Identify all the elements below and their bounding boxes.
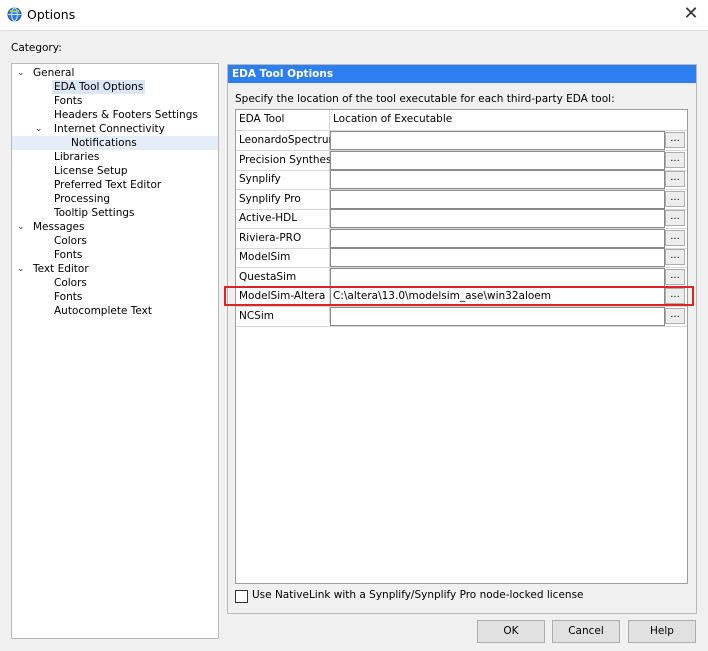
browse-button[interactable]: ... — [665, 210, 685, 226]
tool-name: LeonardoSpectrum — [239, 134, 339, 146]
tree-item[interactable]: ⌄ Internet Connectivity — [12, 122, 218, 136]
tree-item-label: Colors — [54, 277, 87, 289]
tree-item-label: Text Editor — [33, 263, 89, 275]
executable-path-input[interactable] — [330, 150, 665, 170]
eda-tool-options-panel: EDA Tool Options Specify the location of… — [227, 64, 697, 614]
tree-item-label: Fonts — [54, 95, 83, 107]
tree-item-label: Processing — [54, 193, 111, 205]
tree-item[interactable]: EDA Tool Options — [12, 80, 218, 94]
title-bar: Options ✕ — [0, 0, 708, 31]
chevron-down-icon[interactable]: ⌄ — [17, 262, 25, 276]
tree-item[interactable]: Libraries — [12, 150, 218, 164]
table-row: QuestaSim... — [236, 267, 687, 288]
executable-path-input[interactable] — [330, 228, 665, 248]
table-row: NCSim... — [236, 306, 687, 327]
browse-button[interactable]: ... — [665, 171, 685, 187]
executable-path-input[interactable] — [330, 209, 665, 228]
tree-item-label: EDA Tool Options — [52, 80, 146, 94]
browse-button[interactable]: ... — [665, 151, 685, 168]
table-row: ModelSim... — [236, 248, 687, 268]
tree-item[interactable]: Preferred Text Editor — [12, 178, 218, 192]
browse-button[interactable]: ... — [665, 249, 685, 265]
tree-item-label: Colors — [54, 235, 87, 247]
table-row: LeonardoSpectrum... — [236, 131, 687, 151]
executable-path-input[interactable] — [330, 267, 665, 287]
tool-name: Riviera-PRO — [239, 231, 302, 244]
close-button[interactable]: ✕ — [674, 0, 708, 30]
executable-path-input[interactable]: C:\altera\13.0\modelsim_ase\win32aloem — [330, 287, 665, 306]
cancel-button[interactable]: Cancel — [552, 620, 620, 643]
tree-item[interactable]: Colors — [12, 276, 218, 290]
tool-name: Synplify — [239, 173, 281, 185]
tree-item[interactable]: Processing — [12, 192, 218, 206]
tree-item[interactable]: Fonts — [12, 94, 218, 108]
tree-item-label: Headers & Footers Settings — [54, 109, 198, 121]
tree-item-label: Internet Connectivity — [54, 123, 165, 135]
executable-path-input[interactable] — [330, 248, 665, 267]
app-globe-icon — [7, 7, 22, 22]
tree-item[interactable]: License Setup — [12, 164, 218, 178]
close-icon: ✕ — [683, 3, 699, 24]
tree-item-label: Fonts — [54, 291, 83, 303]
table-row: Riviera-PRO... — [236, 228, 687, 249]
tree-item-label: Tooltip Settings — [54, 207, 135, 219]
panel-header: EDA Tool Options — [228, 65, 696, 83]
tree-item[interactable]: Fonts — [12, 290, 218, 304]
browse-button[interactable]: ... — [665, 190, 685, 207]
tree-item-label: License Setup — [54, 165, 128, 177]
tree-item[interactable]: Colors — [12, 234, 218, 248]
chevron-down-icon[interactable]: ⌄ — [17, 66, 25, 80]
executable-path-input[interactable] — [330, 170, 665, 189]
tree-item[interactable]: Tooltip Settings — [12, 206, 218, 220]
help-button[interactable]: Help — [628, 620, 696, 643]
tree-item[interactable]: Notifications — [12, 136, 218, 150]
tree-item[interactable]: ⌄ General — [12, 66, 218, 80]
chevron-down-icon[interactable]: ⌄ — [17, 220, 25, 234]
tool-name: Synplify Pro — [239, 192, 301, 205]
tool-name: Active-HDL — [239, 212, 298, 224]
table-row: Synplify Pro... — [236, 189, 687, 210]
nativelink-checkbox[interactable] — [235, 590, 248, 603]
browse-button[interactable]: ... — [665, 132, 685, 148]
column-header-location: Location of Executable — [333, 113, 453, 125]
tree-item[interactable]: Autocomplete Text — [12, 304, 218, 318]
table-header: EDA Tool Location of Executable — [236, 110, 687, 131]
tree-item[interactable]: Fonts — [12, 248, 218, 262]
executable-path-input[interactable] — [330, 306, 665, 326]
eda-tool-table: EDA Tool Location of Executable Leonardo… — [235, 109, 688, 584]
category-label: Category: — [11, 42, 62, 54]
tool-name: ModelSim-Altera — [239, 290, 326, 302]
category-tree[interactable]: ⌄ General EDA Tool Options Fonts Headers & F… — [11, 63, 219, 639]
tree-item[interactable]: ⌄ Messages — [12, 220, 218, 234]
tree-item[interactable]: ⌄ Text Editor — [12, 262, 218, 276]
tree-item[interactable]: Headers & Footers Settings — [12, 108, 218, 122]
browse-button[interactable]: ... — [665, 268, 685, 285]
tool-name: ModelSim — [239, 251, 291, 263]
executable-path-input[interactable] — [330, 189, 665, 209]
chevron-down-icon[interactable]: ⌄ — [35, 122, 43, 136]
executable-path-input[interactable] — [330, 131, 665, 150]
tree-item-label: Libraries — [54, 151, 100, 163]
tool-name: Precision Synthesis — [239, 153, 340, 166]
tree-item-label: Notifications — [71, 137, 137, 149]
tool-name: QuestaSim — [239, 270, 297, 283]
browse-button[interactable]: ... — [665, 288, 685, 304]
column-header-eda-tool: EDA Tool — [239, 113, 285, 125]
tool-name: NCSim — [239, 309, 274, 322]
browse-button[interactable]: ... — [665, 307, 685, 324]
tree-item-label: Messages — [33, 221, 85, 233]
panel-description: Specify the location of the tool executa… — [235, 93, 615, 105]
ok-button[interactable]: OK — [477, 620, 545, 643]
tree-item-label: Preferred Text Editor — [54, 179, 162, 191]
tree-item-label: General — [33, 67, 75, 79]
tree-item-label: Autocomplete Text — [54, 305, 152, 317]
table-row: ModelSim-Altera C:\altera\13.0\modelsim_a… — [236, 287, 687, 307]
tree-item-label: Fonts — [54, 249, 83, 261]
window-title: Options — [27, 7, 76, 22]
browse-button[interactable]: ... — [665, 229, 685, 246]
table-row: Synplify... — [236, 170, 687, 190]
table-row: Precision Synthesis... — [236, 150, 687, 171]
table-row: Active-HDL... — [236, 209, 687, 229]
nativelink-checkbox-label: Use NativeLink with a Synplify/Synplify … — [252, 589, 584, 601]
